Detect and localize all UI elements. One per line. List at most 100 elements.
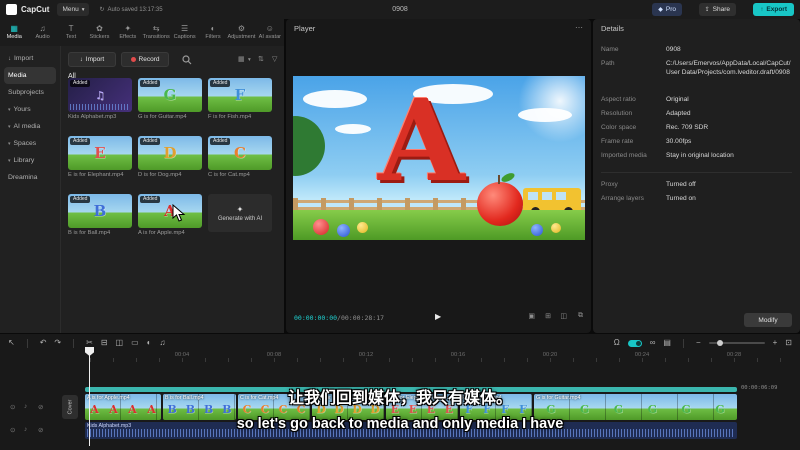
scene-letter-a: A [378,76,465,207]
sidebar-item-ai-media[interactable]: ▾ AI media [0,118,60,135]
ruler-label: 00:24 [634,352,650,358]
magnet-icon[interactable]: Ω [614,339,620,347]
menu-button[interactable]: Menu ▾ [57,3,90,16]
media-item-label: E is for Elephant.mp4 [68,172,124,178]
tab-effects-label: Effects [119,34,137,40]
ratio-icon[interactable]: ▣ [528,312,535,320]
crop-icon[interactable]: ▭ [131,339,139,347]
fullscreen-icon[interactable]: ⧉ [578,312,583,320]
sidebar-item-yours[interactable]: ▾ Yours [0,101,60,118]
media-item-dog[interactable]: D Added [138,136,202,170]
search-icon[interactable] [182,55,192,65]
media-item-fish[interactable]: F Added [208,78,272,112]
record-button[interactable]: Record [121,52,169,67]
detail-label-imported-media: Imported media [601,152,647,159]
generate-with-ai-tile[interactable]: ✦ Generate with AI [208,194,272,232]
thumbnail-letter: C [234,143,246,162]
sidebar-item-library-label: Library [13,157,35,164]
time-display: 00:00:00:00 / 00:00:28:17 [294,311,384,325]
ball-graphic [551,223,561,233]
tab-audio[interactable]: ♫ Audio [28,19,56,46]
link-icon[interactable]: ∞ [650,339,656,347]
detail-value-imported-media: Stay in original location [666,152,734,159]
sidebar-item-subprojects[interactable]: Subprojects [0,84,60,101]
chevron-down-icon: ▾ [8,123,11,130]
mask-icon[interactable]: ◐ [147,339,152,347]
school-bus-graphic [523,188,581,216]
sidebar-item-import[interactable]: ↓ Import [0,50,60,67]
generate-with-ai-label: Generate with AI [217,215,263,222]
media-item-ball[interactable]: B Added [68,194,132,228]
sidebar-item-library[interactable]: ▾ Library [0,152,60,169]
video-viewport[interactable]: A [293,76,585,240]
tab-media[interactable]: ▦ Media [0,19,28,46]
extract-audio-icon[interactable]: ♫ [159,339,165,347]
added-badge: Added [210,80,231,87]
zoom-out-icon[interactable]: − [696,339,701,347]
added-badge: Added [70,138,91,145]
ruler-label: 00:20 [542,352,558,358]
zoom-slider-knob[interactable] [716,340,723,346]
detail-value-color-space: Rec. 709 SDR [666,124,709,131]
media-item-apple[interactable]: A Added [138,194,202,228]
media-item-cat[interactable]: C Added [208,136,272,170]
tab-stickers-label: Stickers [89,34,110,40]
added-badge: Added [140,138,161,145]
tab-captions[interactable]: ☰ Captions [170,19,198,46]
redo-icon[interactable]: ↷ [54,339,61,347]
import-media-button[interactable]: ↓ Import [68,52,116,67]
tab-effects[interactable]: ✦ Effects [114,19,142,46]
modify-button[interactable]: Modify [744,313,792,327]
sidebar-item-dreamina[interactable]: Dreamina [0,169,60,186]
fit-timeline-icon[interactable]: ⊡ [785,339,792,347]
sidebar-item-spaces-label: Spaces [13,140,37,147]
sort-icon[interactable]: ⇅ [258,55,264,63]
toolbar-divider [26,338,28,348]
tab-text[interactable]: T Text [57,19,85,46]
tab-transitions[interactable]: ⇆ Transitions [142,19,170,46]
media-item-elephant[interactable]: E Added [68,136,132,170]
pro-button[interactable]: ◆ Pro [652,3,682,16]
share-button[interactable]: ⇪ Share [698,3,736,16]
apple-stem [498,175,500,184]
play-button[interactable]: ▶ [435,312,441,321]
ruler-label: 00:16 [450,352,466,358]
media-item-guitar[interactable]: G Added [138,78,202,112]
ruler-label: 00:28 [726,352,742,358]
tab-adjustment[interactable]: ⚙ Adjustment [227,19,255,46]
auto-snap-toggle[interactable] [627,339,642,347]
delete-icon[interactable]: ⊟ [101,339,108,347]
timeline-ruler[interactable]: 00:04 00:08 00:12 00:16 00:20 00:24 00:2… [0,350,800,362]
tab-stickers[interactable]: ✿ Stickers [85,19,113,46]
undo-icon[interactable]: ↶ [40,339,47,347]
track-expand-icon[interactable]: ▤ [663,339,671,347]
bus-window [542,192,552,200]
audio-icon: ♫ [39,24,46,33]
share-icon: ⇪ [704,7,710,13]
chevron-down-icon[interactable]: ▾ [248,57,251,63]
sidebar-item-media[interactable]: Media [4,67,56,84]
apple-leaf [500,171,516,184]
split-icon[interactable]: ✂ [86,339,93,347]
select-tool-icon[interactable]: ↖ [8,339,15,347]
grid-icon[interactable]: ⊞ [545,312,551,320]
split-preview-icon[interactable]: ◫ [560,312,567,320]
tab-ai-avatar[interactable]: ☺ AI avatar [256,19,284,46]
apple-graphic [477,171,523,226]
detail-label-arrange-layers: Arrange layers [601,195,644,202]
tab-filters[interactable]: ◐ Filters [199,19,227,46]
detail-value-proxy: Turned off [666,181,696,188]
zoom-slider[interactable] [708,340,765,346]
sidebar-item-spaces[interactable]: ▾ Spaces [0,135,60,152]
media-sidebar: ↓ Import Media Subprojects ▾ Yours ▾ AI med… [0,50,60,186]
media-item-kids-alphabet[interactable]: ♫ Added [68,78,132,112]
filter-icon[interactable]: ▽ [272,55,277,63]
mirror-icon[interactable]: ◫ [116,339,124,347]
zoom-in-icon[interactable]: + [773,339,778,347]
cloud-graphic [518,108,572,122]
grid-view-icon[interactable]: ▦ [238,55,245,63]
more-options-icon[interactable]: ⋯ [575,23,583,32]
tab-filters-label: Filters [205,34,221,40]
detail-label-name: Name [601,46,619,53]
export-button[interactable]: ↑ Export [753,3,794,16]
